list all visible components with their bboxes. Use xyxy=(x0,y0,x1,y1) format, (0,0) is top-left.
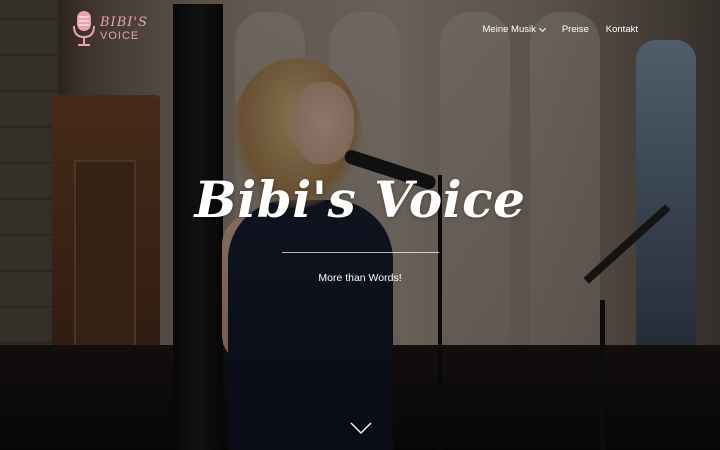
nav-item-label: Preise xyxy=(561,24,589,35)
nav-item-label: Meine Musik xyxy=(482,24,536,35)
scroll-down-button[interactable] xyxy=(349,420,373,436)
hero-divider xyxy=(282,252,439,253)
nav-item-label: Kontakt xyxy=(605,24,638,35)
hero-subtitle: More than Words! xyxy=(318,272,402,284)
chevron-down-icon xyxy=(350,422,372,434)
site-logo[interactable]: BIBI'S VOICE xyxy=(72,10,148,48)
nav-item-meine-musik[interactable]: Meine Musik xyxy=(482,24,546,35)
hero-section: BIBI'S VOICE Meine Musik Preise Kontakt … xyxy=(0,0,720,450)
chevron-down-icon xyxy=(538,24,546,32)
logo-line1: BIBI'S xyxy=(100,15,148,30)
nav-item-kontakt[interactable]: Kontakt xyxy=(606,24,638,35)
microphone-icon xyxy=(72,10,96,48)
nav-item-preise[interactable]: Preise xyxy=(562,24,589,35)
logo-text: BIBI'S VOICE xyxy=(100,16,148,42)
main-nav: Meine Musik Preise Kontakt xyxy=(483,24,638,35)
logo-line2: VOICE xyxy=(100,30,140,42)
hero-title: Bibi's Voice xyxy=(194,170,526,229)
site-header: BIBI'S VOICE Meine Musik Preise Kontakt xyxy=(0,0,720,60)
